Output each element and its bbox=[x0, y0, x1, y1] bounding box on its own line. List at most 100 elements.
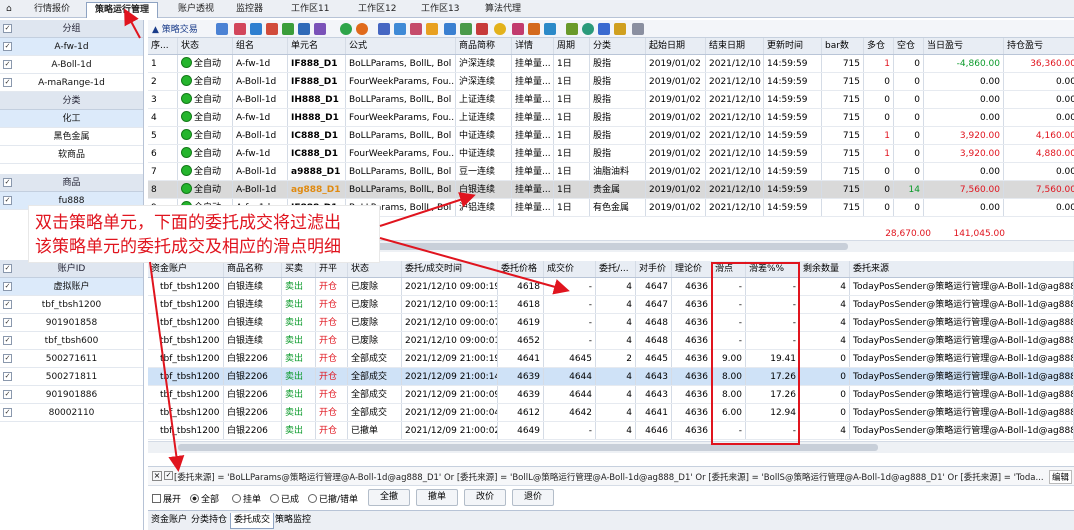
col-header-end-date[interactable]: 结束日期 bbox=[706, 38, 764, 54]
tab-workspace-13[interactable]: 工作区13 bbox=[413, 2, 467, 18]
order-row[interactable]: tbf_tbsh1200 白银2206 卖出 开仓 全部成交 2021/12/09 21:… bbox=[148, 386, 1074, 404]
edit-filter-button[interactable]: 编辑 bbox=[1048, 470, 1072, 484]
chart-icon[interactable] bbox=[476, 23, 488, 35]
settings-icon[interactable] bbox=[314, 23, 326, 35]
col-header-period[interactable]: 周期 bbox=[554, 38, 590, 54]
funnel-icon[interactable] bbox=[614, 23, 626, 35]
scrollbar-thumb[interactable] bbox=[178, 444, 878, 451]
symbol-checkbox-all[interactable]: ✓ bbox=[3, 178, 12, 187]
strategy-row[interactable]: 1 全自动 A-fw-1d IF888_D1 BoLLParams, BollL, Bo… bbox=[148, 55, 1074, 73]
col-header-fill-price[interactable]: 成交价 bbox=[544, 261, 596, 277]
category-item[interactable]: 黑色金属 bbox=[0, 128, 143, 146]
group-checkbox-all[interactable]: ✓ bbox=[3, 24, 12, 33]
col-header-qty[interactable]: 委托/... bbox=[596, 261, 636, 277]
stop-icon[interactable] bbox=[356, 23, 368, 35]
col-header-pos-pnl[interactable]: 持仓盈亏 bbox=[1004, 38, 1074, 54]
account-item[interactable]: ✓ 901901858 bbox=[0, 314, 143, 332]
order-scrollbar[interactable] bbox=[148, 441, 1074, 453]
group-item[interactable]: ✓ A-maRange-1d bbox=[0, 74, 143, 92]
group-item[interactable]: ✓ A-Boll-1d bbox=[0, 56, 143, 74]
export-icon[interactable] bbox=[298, 23, 310, 35]
tab-algo-agent[interactable]: 算法代理 bbox=[477, 2, 529, 18]
order-row[interactable]: tbf_tbsh1200 白银2206 卖出 开仓 全部成交 2021/12/09 21:… bbox=[148, 350, 1074, 368]
account-item[interactable]: ✓ tbf_tbsh600 bbox=[0, 332, 143, 350]
tab-workspace-12[interactable]: 工作区12 bbox=[350, 2, 404, 18]
checkbox[interactable]: ✓ bbox=[3, 60, 12, 69]
emoji-icon[interactable] bbox=[494, 23, 506, 35]
add-icon[interactable] bbox=[234, 23, 246, 35]
col-header-formula[interactable]: 公式 bbox=[346, 38, 456, 54]
strategy-row[interactable]: 7 全自动 A-Boll-1d a9888_D1 BoLLParams, BollL, … bbox=[148, 163, 1074, 181]
checkbox[interactable]: ✓ bbox=[3, 408, 12, 417]
radio-all[interactable]: 全部 bbox=[190, 492, 219, 505]
account-checkbox-all[interactable]: ✓ bbox=[3, 264, 12, 273]
col-header-category[interactable]: 分类 bbox=[590, 38, 646, 54]
tab-quotes[interactable]: 行情报价 bbox=[26, 2, 78, 18]
order-row[interactable]: tbf_tbsh1200 白银2206 卖出 开仓 全部成交 2021/12/09 21:… bbox=[148, 368, 1074, 386]
tab-monitor[interactable]: 监控器 bbox=[228, 2, 271, 18]
radio-filled[interactable]: 已成 bbox=[270, 492, 299, 505]
col-header-symbol[interactable]: 商品名称 bbox=[224, 261, 282, 277]
col-header-open-close[interactable]: 开平 bbox=[316, 261, 348, 277]
close-filter-icon[interactable]: × bbox=[152, 471, 162, 481]
account-item[interactable]: ✓ 80002110 bbox=[0, 404, 143, 422]
refresh-icon[interactable] bbox=[582, 23, 594, 35]
import-icon[interactable] bbox=[282, 23, 294, 35]
col-header-long-pos[interactable]: 多仓 bbox=[864, 38, 894, 54]
filter-icon[interactable] bbox=[566, 23, 578, 35]
position-icon[interactable] bbox=[378, 23, 390, 35]
account-item[interactable]: ✓ 901901886 bbox=[0, 386, 143, 404]
checkbox[interactable]: ✓ bbox=[3, 372, 12, 381]
link-icon[interactable] bbox=[410, 23, 422, 35]
sync-icon[interactable] bbox=[394, 23, 406, 35]
col-header-time[interactable]: 委托/成交时间 bbox=[402, 261, 498, 277]
cancel-all-button[interactable]: 全撤 bbox=[368, 489, 410, 506]
more-icon[interactable] bbox=[632, 23, 644, 35]
down-icon[interactable] bbox=[460, 23, 472, 35]
tab-workspace-11[interactable]: 工作区11 bbox=[283, 2, 337, 18]
cancel-order-button[interactable]: 撤单 bbox=[416, 489, 458, 506]
checkbox[interactable]: ✓ bbox=[3, 390, 12, 399]
col-header-unit[interactable]: 单元名 bbox=[288, 38, 346, 54]
col-header-detail[interactable]: 详情 bbox=[512, 38, 554, 54]
up-icon[interactable] bbox=[444, 23, 456, 35]
strategy-row[interactable]: 3 全自动 A-Boll-1d IH888_D1 BoLLParams, BollL, … bbox=[148, 91, 1074, 109]
col-header-source[interactable]: 委托来源 bbox=[850, 261, 1074, 277]
grid-icon[interactable] bbox=[544, 23, 556, 35]
checkbox[interactable]: ✓ bbox=[3, 336, 12, 345]
col-header-symbol[interactable]: 商品简称 bbox=[456, 38, 512, 54]
home-icon[interactable]: ⌂ bbox=[2, 2, 16, 18]
account-item[interactable]: ✓ 虚拟账户 bbox=[0, 278, 143, 296]
tab-orders-trades[interactable]: 委托成交 bbox=[230, 513, 275, 529]
col-header-group[interactable]: 组名 bbox=[233, 38, 288, 54]
copy-icon[interactable] bbox=[250, 23, 262, 35]
checkbox[interactable]: ✓ bbox=[3, 78, 12, 87]
order-row[interactable]: tbf_tbsh1200 白银连续 卖出 开仓 已废除 2021/12/10 09:00:… bbox=[148, 332, 1074, 350]
strategy-row[interactable]: 8 全自动 A-Boll-1d ag888_D1 BoLLParams, BollL, … bbox=[148, 181, 1074, 199]
lock-icon[interactable] bbox=[426, 23, 438, 35]
col-header-short-pos[interactable]: 空仓 bbox=[894, 38, 924, 54]
gear-icon[interactable] bbox=[598, 23, 610, 35]
account-item[interactable]: ✓ 500271811 bbox=[0, 368, 143, 386]
filter-expression[interactable]: [委托来源] = 'BoLLParams@策略运行管理@A-Boll-1d@ag… bbox=[174, 471, 1044, 483]
order-row[interactable]: tbf_tbsh1200 白银连续 卖出 开仓 已废除 2021/12/10 09:00:… bbox=[148, 296, 1074, 314]
col-header-side[interactable]: 买卖 bbox=[282, 261, 316, 277]
col-header-status[interactable]: 状态 bbox=[348, 261, 402, 277]
checkbox[interactable]: ✓ bbox=[3, 300, 12, 309]
strategy-row[interactable]: 2 全自动 A-Boll-1d IF888_D1 FourWeekParams, Fou… bbox=[148, 73, 1074, 91]
tab-strategy-manager[interactable]: 策略运行管理 bbox=[86, 2, 159, 18]
col-header-status[interactable]: 状态 bbox=[178, 38, 233, 54]
group-item[interactable]: ✓ A-fw-1d bbox=[0, 38, 143, 56]
order-row[interactable]: tbf_tbsh1200 白银2206 卖出 开仓 全部成交 2021/12/09 21:… bbox=[148, 404, 1074, 422]
radio-pending[interactable]: 挂单 bbox=[232, 492, 261, 505]
tab-strategy-monitor[interactable]: 策略监控 bbox=[272, 513, 314, 529]
col-header-counter-price[interactable]: 对手价 bbox=[636, 261, 672, 277]
radio-cancelled[interactable]: 已撤/错单 bbox=[308, 492, 358, 505]
col-header-theory-price[interactable]: 理论价 bbox=[672, 261, 712, 277]
tab-account-view[interactable]: 账户透视 bbox=[170, 2, 222, 18]
checkbox[interactable]: ✓ bbox=[3, 354, 12, 363]
strategy-row[interactable]: 4 全自动 A-fw-1d IH888_D1 FourWeekParams, Fou..… bbox=[148, 109, 1074, 127]
col-header-remaining[interactable]: 剩余数量 bbox=[800, 261, 850, 277]
account-item[interactable]: ✓ 500271611 bbox=[0, 350, 143, 368]
strategy-row[interactable]: 6 全自动 A-fw-1d IC888_D1 FourWeekParams, Fou..… bbox=[148, 145, 1074, 163]
